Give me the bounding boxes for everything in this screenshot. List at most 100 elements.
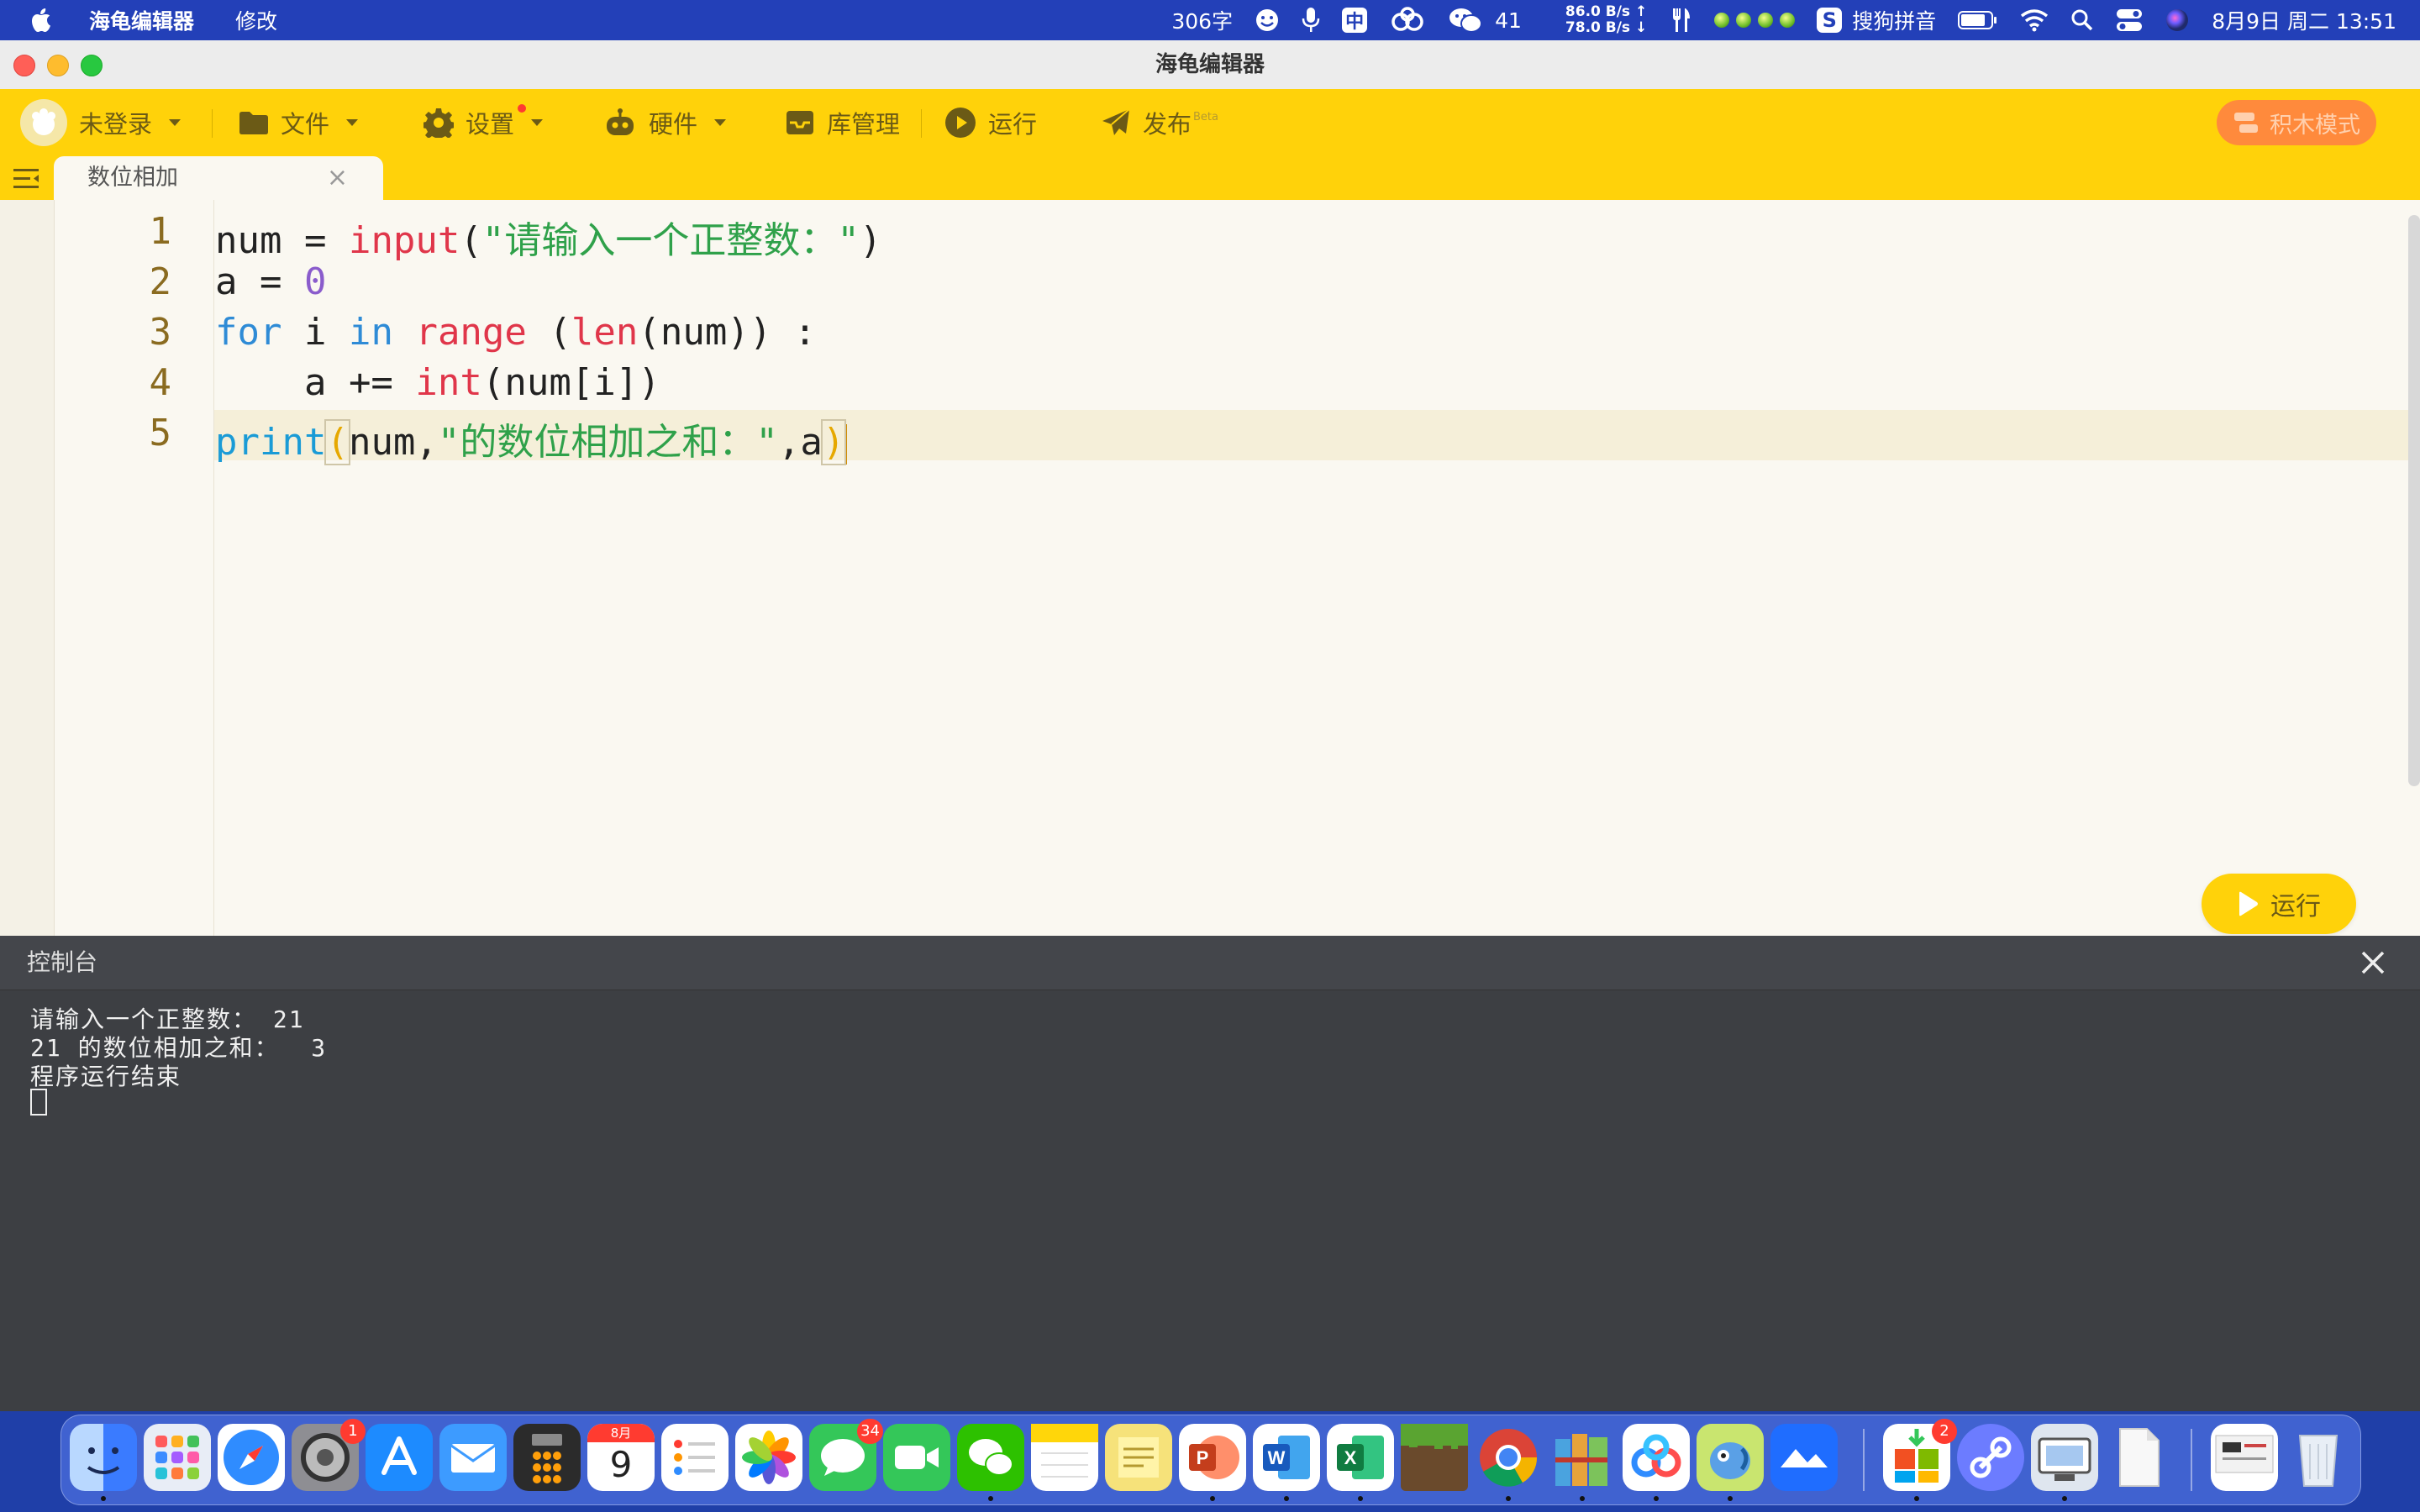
code-token: i [281,311,349,354]
siri-icon[interactable] [2165,8,2190,33]
net-upload: 86.0 B/s ↑ [1565,3,1648,20]
chevron-down-icon [169,119,182,126]
publish-label: 发布 [1143,110,1192,139]
tab-close-icon[interactable]: × [327,156,348,200]
toolbar: 未登录 文件 设置 硬件 库管理 运行 发布 Beta 积木模式 数位相加 × [0,89,2420,200]
tab-digit-sum[interactable]: 数位相加 × [54,156,383,200]
facetime-icon[interactable] [883,1424,950,1491]
login-menu[interactable]: 未登录 [20,89,182,156]
library-manager-button[interactable]: 库管理 [785,89,900,156]
calculator-icon[interactable] [513,1424,581,1491]
battery-icon[interactable] [1958,10,1998,30]
running-indicator [2062,1496,2067,1501]
code-line-3[interactable]: for i in range (len(num)) : [215,311,816,354]
spotlight-search-icon[interactable] [2070,8,2094,32]
editor-scrollbar[interactable] [2408,215,2420,786]
menubar-clock[interactable]: 8月9日 周二 13:51 [2212,5,2396,35]
app-menu-name[interactable]: 海龟编辑器 [89,0,194,40]
code-token: ( [460,219,482,262]
run-toolbar-button[interactable]: 运行 [944,89,1037,156]
wechat-app-icon[interactable] [957,1424,1024,1491]
run-label: 运行 [988,110,1038,139]
code-line-2[interactable]: a = 0 [215,260,326,303]
screenshot-stack-icon[interactable] [2211,1424,2278,1491]
preview-app-icon[interactable] [2031,1424,2098,1491]
code-token: print [215,421,327,464]
notification-badge: 34 [857,1419,883,1444]
calendar-day: 9 [609,1444,633,1485]
trash-icon[interactable] [2285,1424,2352,1491]
beta-badge: Beta [1193,110,1218,123]
svg-text:W: W [1268,1447,1286,1468]
title-bar[interactable]: 海龟编辑器 [0,40,2420,90]
input-mode-icon[interactable]: 中 [1342,8,1368,33]
document-icon[interactable] [2105,1424,2172,1491]
file-menu[interactable]: 文件 [239,89,359,156]
wechat-icon[interactable] [1448,7,1483,34]
word-count[interactable]: 306字 [1171,5,1233,35]
lark-icon[interactable] [1770,1424,1838,1491]
inbox-icon [786,111,813,134]
sidebar-toggle-icon[interactable] [13,166,40,192]
fork-knife-icon[interactable] [1669,7,1692,34]
status-dots-icon[interactable] [1714,13,1796,28]
line-number-gutter: 1 2 3 4 5 [54,200,214,936]
hardware-menu[interactable]: 硬件 [603,89,727,156]
text-cursor [844,424,848,465]
emoji-icon[interactable] [1255,8,1280,33]
code-token: a += [215,361,416,404]
block-mode-button[interactable]: 积木模式 [2217,100,2376,145]
reminders-icon[interactable] [661,1424,729,1491]
bracket-match: ) [820,419,847,465]
launchpad-icon[interactable] [144,1424,211,1491]
control-center-icon[interactable] [2116,8,2143,33]
code-line-5[interactable]: print(num,"的数位相加之和：",a) [215,412,848,465]
tab-label: 数位相加 [87,165,178,191]
code-line-4[interactable]: a += int(num[i]) [215,361,660,404]
excel-icon[interactable]: X [1327,1424,1394,1491]
ime-name[interactable]: 搜狗拼音 [1852,5,1936,35]
code-token: (num[i]) [481,361,660,404]
block-mode-label: 积木模式 [2270,112,2360,139]
downloads-stack-icon[interactable]: 2 [1883,1419,1957,1491]
console-input-cursor[interactable] [30,1089,47,1116]
mail-icon[interactable] [439,1424,507,1491]
code-token: for [215,311,282,354]
wifi-icon[interactable] [2020,8,2049,32]
play-icon [2239,891,2258,916]
code-editor[interactable]: 1 2 3 4 5 num = input("请输入一个正整数：") a = 0… [0,200,2420,936]
menu-edit[interactable]: 修改 [235,0,277,40]
archive-utility-icon[interactable] [1549,1424,1616,1491]
safari-icon[interactable] [218,1424,285,1491]
net-download: 78.0 B/s ↓ [1565,19,1648,36]
powerpoint-icon[interactable]: P [1179,1424,1246,1491]
word-icon[interactable]: W [1253,1424,1320,1491]
minecraft-icon[interactable] [1401,1424,1468,1491]
app-store-icon[interactable] [366,1424,433,1491]
turtle-editor-icon[interactable] [1697,1424,1764,1491]
chrome-icon[interactable] [1475,1424,1542,1491]
settings-label: 设置 [466,110,515,139]
run-button[interactable]: 运行 [2202,874,2356,934]
code-token: ( [526,311,571,354]
system-settings-icon[interactable]: 1 [292,1419,366,1491]
messages-icon[interactable]: 34 [809,1419,883,1491]
svg-text:P: P [1197,1447,1209,1468]
settings-menu[interactable]: 设置 [424,89,544,156]
code-line-1[interactable]: num = input("请输入一个正整数：") [215,210,881,264]
publish-button[interactable]: 发布 Beta [1101,89,1218,156]
baidu-netdisk-app-icon[interactable] [1623,1424,1690,1491]
sogou-ime-icon[interactable]: S [1817,8,1843,33]
baidu-netdisk-icon[interactable] [1389,7,1426,34]
apple-menu-icon[interactable] [30,0,52,40]
finder-icon[interactable] [70,1424,137,1491]
calendar-icon[interactable]: 8月 9 [587,1424,655,1491]
stickies-icon[interactable] [1105,1424,1172,1491]
notes-icon[interactable] [1031,1424,1098,1491]
gear-icon [424,108,454,138]
photos-icon[interactable] [735,1424,802,1491]
microphone-icon[interactable] [1302,7,1320,34]
link-tool-icon[interactable] [1957,1424,2024,1491]
close-icon[interactable] [2358,948,2388,978]
blocks-icon [2234,113,2258,133]
